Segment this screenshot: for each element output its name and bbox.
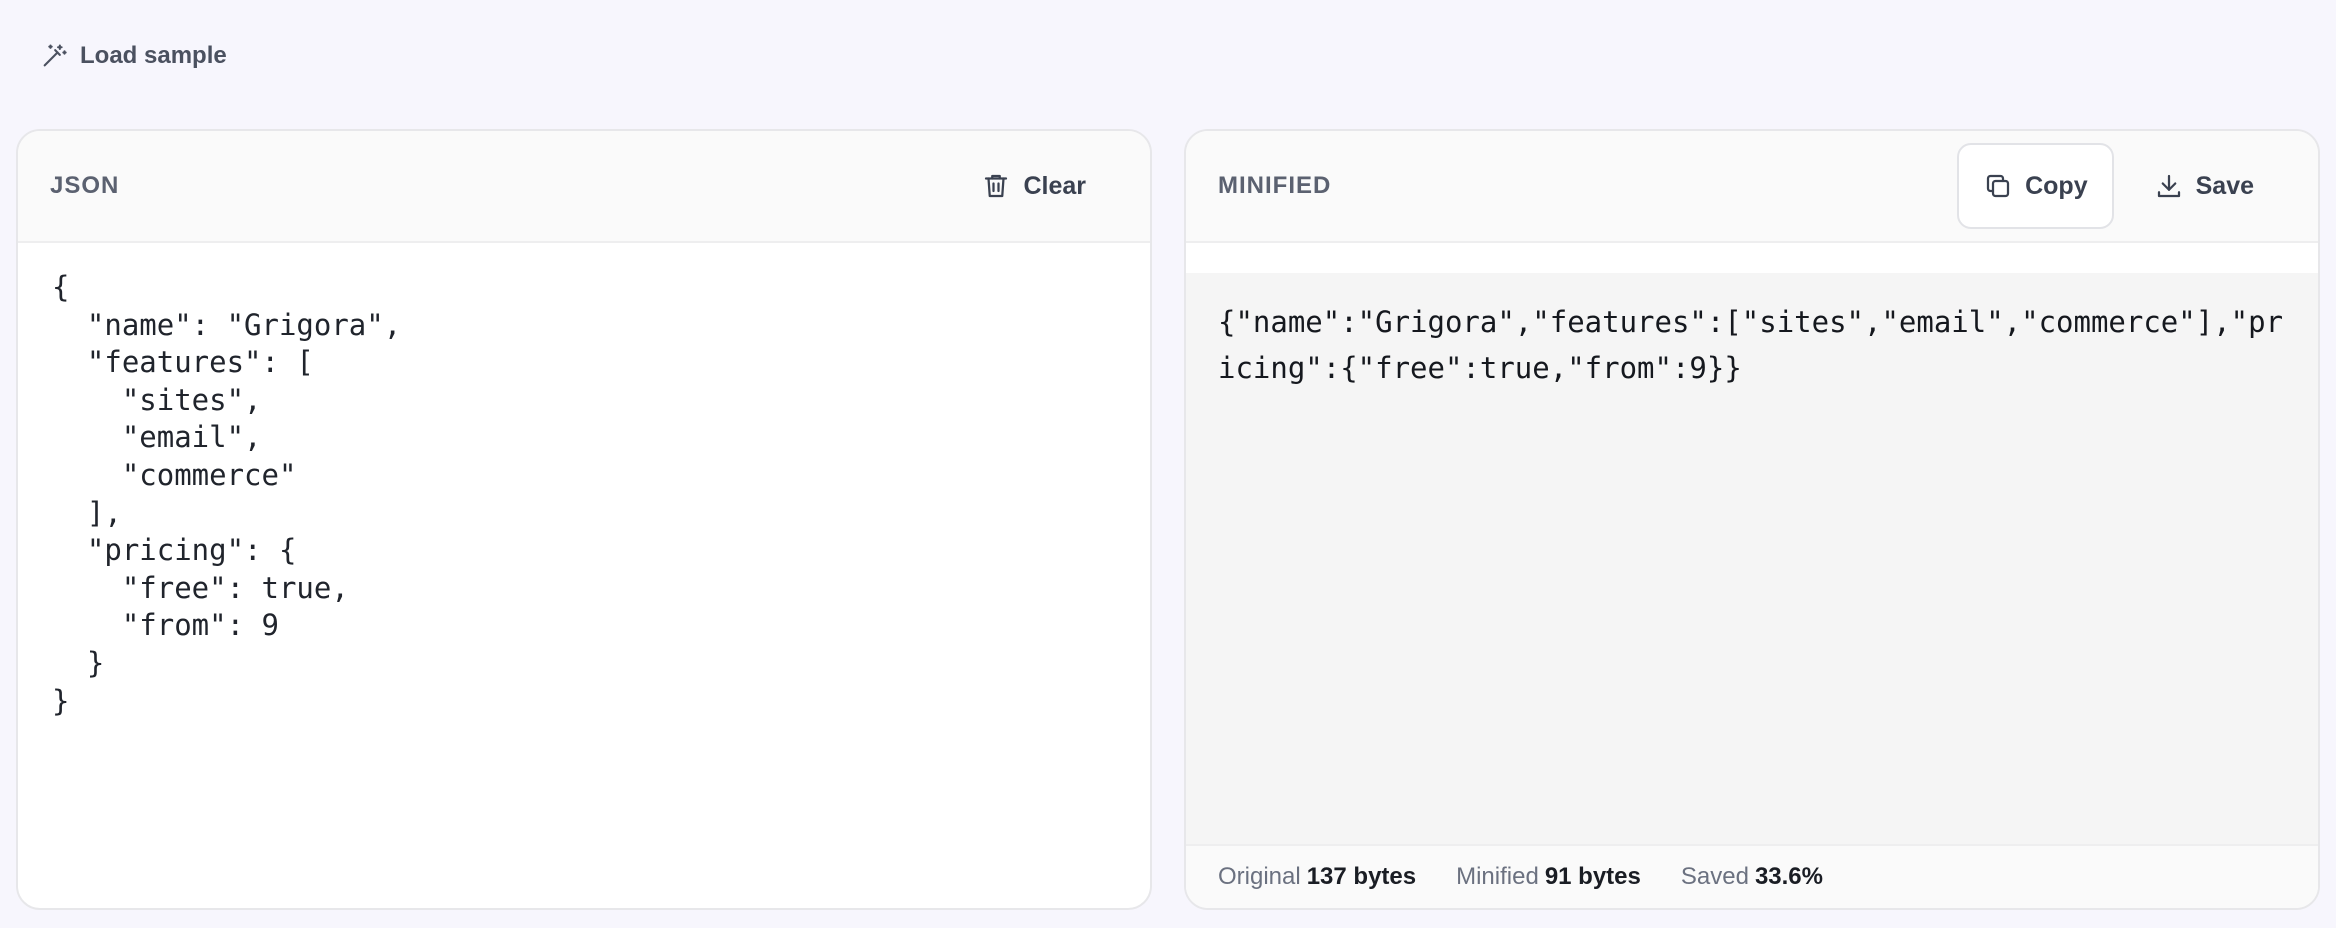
- json-input-editor[interactable]: { "name": "Grigora", "features": [ "site…: [18, 243, 1150, 746]
- stat-minified-label: Minified: [1456, 863, 1539, 890]
- json-input-panel: JSON Clear { "name": "Grigora", "feature…: [16, 129, 1152, 910]
- json-panel-actions: Clear: [957, 143, 1110, 229]
- copy-icon: [1986, 174, 2010, 198]
- stat-saved-value: 33.6%: [1754, 863, 1823, 890]
- load-sample-label: Load sample: [80, 42, 227, 69]
- json-panel-title: JSON: [50, 172, 120, 199]
- magic-wand-icon: [43, 44, 67, 67]
- save-button[interactable]: Save: [2130, 143, 2278, 229]
- load-sample-button[interactable]: Load sample: [24, 32, 243, 80]
- save-label: Save: [2195, 171, 2254, 200]
- stat-original-label: Original: [1218, 863, 1301, 890]
- json-panel-header: JSON Clear: [18, 131, 1150, 243]
- copy-button[interactable]: Copy: [1957, 143, 2114, 229]
- trash-icon: [985, 174, 1008, 198]
- minified-panel-header: MINIFIED Copy Save: [1186, 131, 2318, 243]
- stat-saved-label: Saved: [1680, 863, 1749, 890]
- stat-original-value: 137 bytes: [1306, 863, 1417, 890]
- stat-minified-value: 91 bytes: [1544, 863, 1641, 890]
- stat-saved: Saved 33.6%: [1681, 863, 1823, 891]
- stats-bar: Original 137 bytes Minified 91 bytes Saved…: [1186, 844, 2318, 908]
- stat-minified: Minified 91 bytes: [1456, 863, 1641, 891]
- minified-panel-actions: Copy Save: [1957, 143, 2278, 229]
- toolbar: Load sample: [24, 32, 243, 80]
- minified-output[interactable]: {"name":"Grigora","features":["sites","e…: [1186, 273, 2318, 844]
- stat-original: Original 137 bytes: [1218, 863, 1416, 891]
- copy-label: Copy: [2025, 171, 2088, 200]
- clear-button[interactable]: Clear: [957, 143, 1110, 229]
- minified-output-panel: MINIFIED Copy Save {"name":"Grigora","fe…: [1184, 129, 2320, 910]
- clear-label: Clear: [1023, 171, 1086, 200]
- download-icon: [2157, 174, 2180, 198]
- minified-panel-title: MINIFIED: [1218, 172, 1332, 199]
